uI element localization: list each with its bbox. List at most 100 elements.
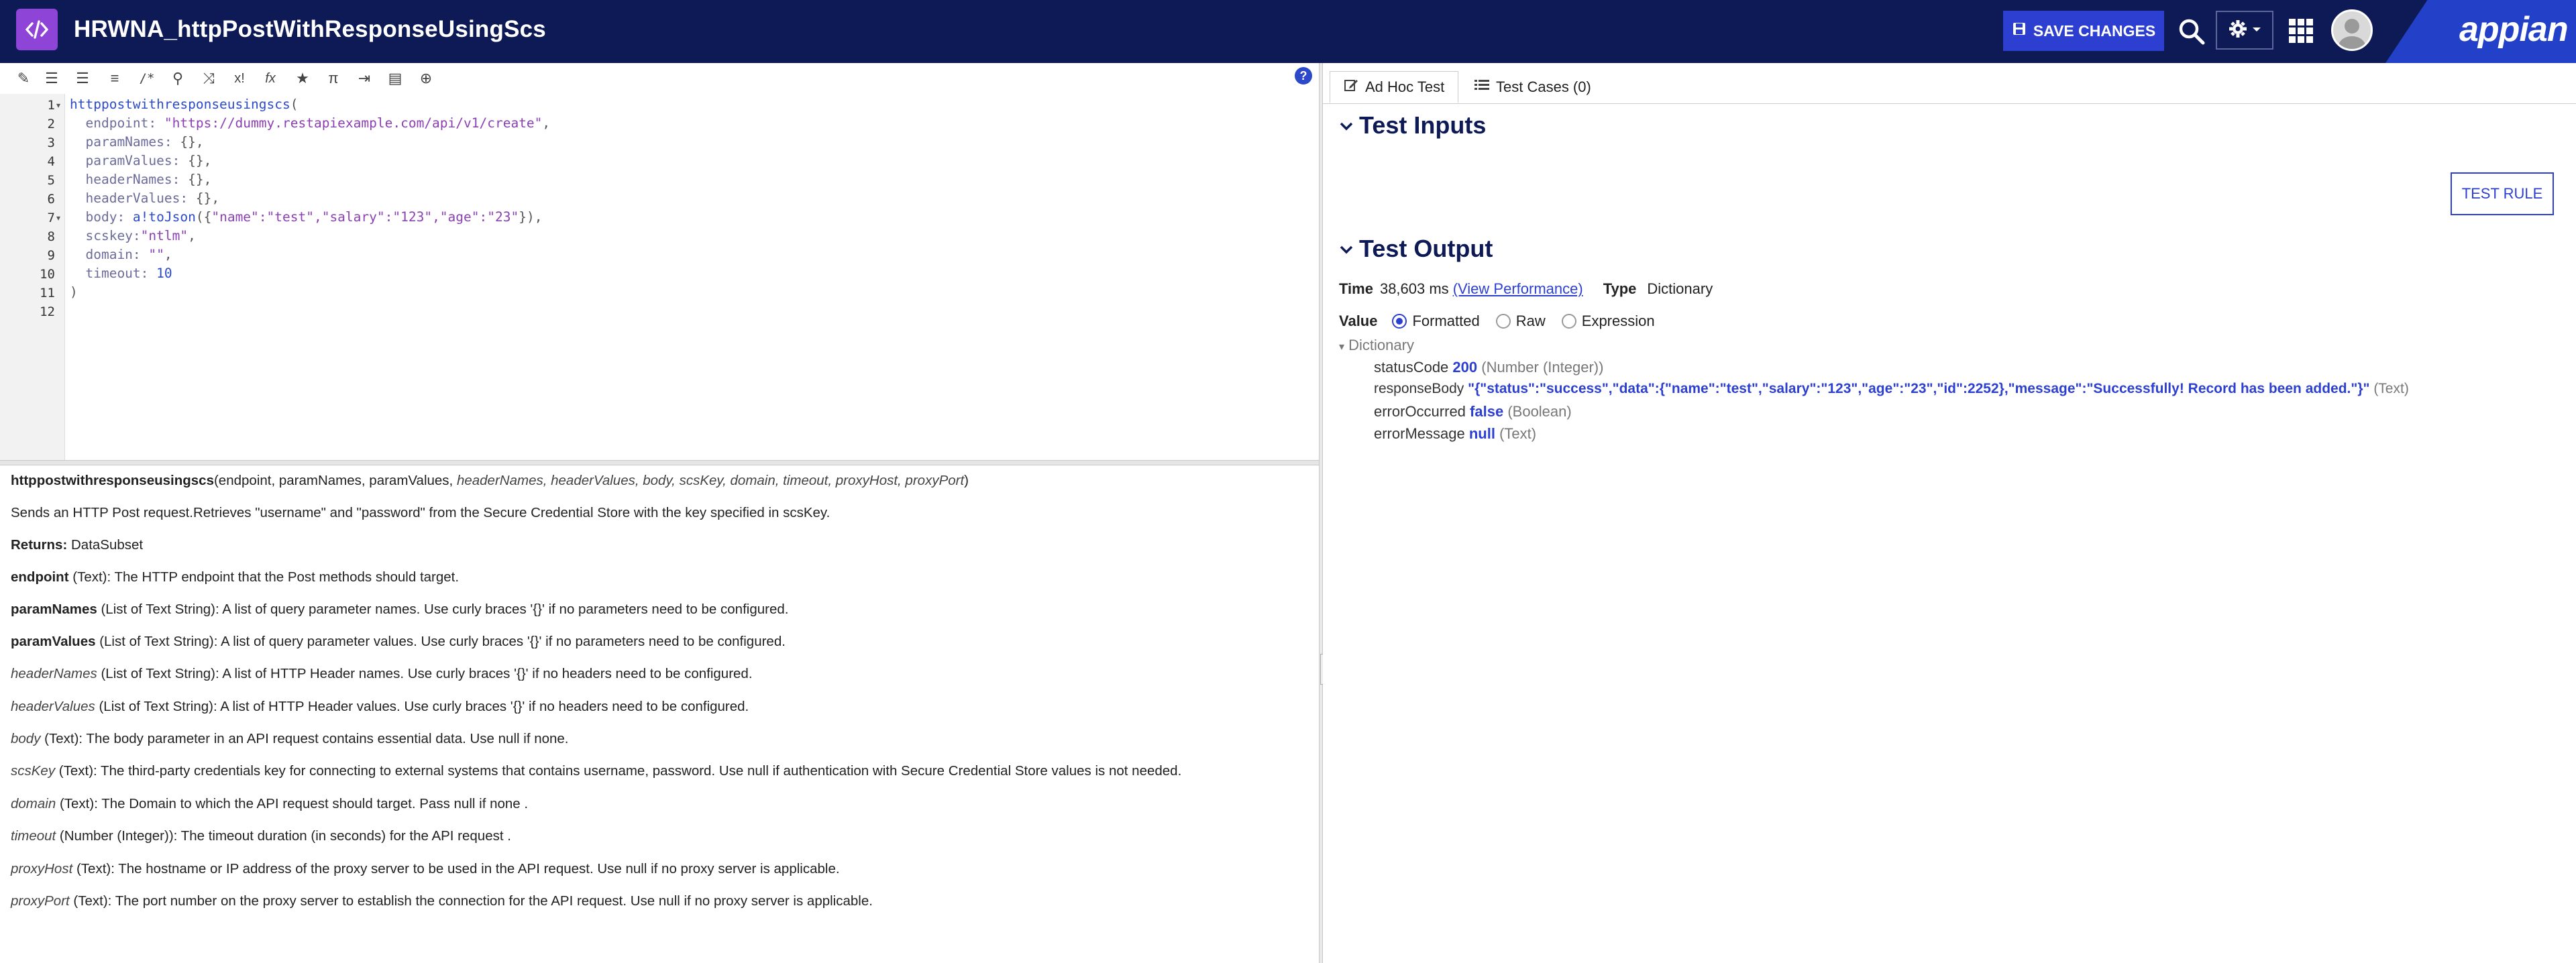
line-number-gutter: 1 ▾ 2 3 4 5 6 7 ▾ 8 9 10 11 12 (0, 94, 65, 460)
type-label: Type (1603, 280, 1637, 297)
function-icon[interactable]: fx (260, 68, 280, 89)
tree-field-row: responseBody "{"status":"success","data"… (1374, 381, 2409, 396)
report-icon[interactable]: ▤ (385, 68, 405, 89)
indent-icon[interactable]: ☰ (72, 68, 93, 89)
tab-test-cases[interactable]: Test Cases (0) (1461, 71, 1605, 103)
param-doc: body (Text): The body parameter in an AP… (11, 731, 569, 746)
param-doc: proxyHost (Text): The hostname or IP add… (11, 861, 840, 876)
expression-editor-toolbar: ✎ ☰ ☰ ≡ /* ⚲ ⤨ x! fx ★ π ⇥ ▤ ⊕ (0, 63, 1319, 94)
edit-icon (1344, 78, 1358, 97)
function-description: Sends an HTTP Post request.Retrieves "us… (11, 505, 830, 520)
tab-ad-hoc-test[interactable]: Ad Hoc Test (1330, 71, 1459, 103)
outdent-icon[interactable]: ☰ (42, 68, 62, 89)
radio-formatted[interactable]: Formatted (1392, 313, 1480, 330)
star-icon[interactable]: ★ (292, 68, 313, 89)
line-number: 6 (47, 192, 55, 207)
radio-raw[interactable]: Raw (1495, 313, 1546, 330)
line-number: 4 (47, 154, 55, 169)
param-doc: timeout (Number (Integer)): The timeout … (11, 828, 511, 844)
fold-toggle-icon[interactable]: ▾ (56, 101, 60, 110)
line-number: 10 (40, 267, 55, 282)
param-doc: endpoint (Text): The HTTP endpoint that … (11, 569, 460, 585)
test-rule-button[interactable]: TEST RULE (2451, 172, 2554, 215)
section-title: Test Output (1359, 235, 1493, 262)
time-label: Time (1339, 280, 1373, 297)
editor-docs-splitter[interactable] (0, 460, 1320, 465)
test-tabs: Ad Hoc Test Test Cases (0) (1323, 71, 2576, 104)
code-line: headerValues: {}, (85, 190, 220, 206)
shuffle-icon[interactable]: ⤨ (199, 68, 219, 89)
save-changes-label: SAVE CHANGES (2033, 21, 2156, 40)
tree-field-row: errorOccurred false (Boolean) (1374, 403, 1572, 420)
app-header: HRWNA_httpPostWithResponseUsingScs SAVE … (0, 0, 2576, 63)
output-meta-row: Time 38,603 ms (View Performance) Type D… (1339, 280, 1713, 298)
caret-down-icon: ▾ (1339, 341, 1345, 353)
param-doc: paramValues (List of Text String): A lis… (11, 634, 786, 649)
tree-field-row: errorMessage null (Text) (1374, 425, 1537, 442)
page-title: HRWNA_httpPostWithResponseUsingScs (74, 16, 546, 42)
chevron-down-icon (1339, 235, 1354, 263)
settings-menu-button[interactable] (2216, 11, 2273, 50)
comment-icon[interactable]: /* (137, 68, 157, 89)
save-changes-button[interactable]: SAVE CHANGES (2003, 11, 2164, 51)
line-number: 1 (47, 98, 55, 113)
tree-root[interactable]: ▾ Dictionary (1339, 337, 1414, 354)
tree-field-row: statusCode 200 (Number (Integer)) (1374, 359, 1604, 376)
view-performance-link[interactable]: (View Performance) (1453, 280, 1583, 298)
line-number: 11 (40, 286, 55, 300)
line-number: 8 (47, 229, 55, 244)
caret-down-icon (2252, 24, 2261, 36)
section-title: Test Inputs (1359, 111, 1487, 139)
appian-logo: appian (2459, 10, 2569, 49)
code-line: body: a!toJson({"name":"test","salary":"… (85, 209, 543, 225)
line-number: 7 (47, 211, 55, 225)
value-format-row: Value Formatted Raw Expression (1339, 313, 1664, 330)
value-label: Value (1339, 313, 1378, 329)
radio-expression[interactable]: Expression (1561, 313, 1655, 330)
param-doc: scsKey (Text): The third-party credentia… (11, 763, 1182, 779)
line-number: 3 (47, 135, 55, 150)
find-icon[interactable]: ⚲ (168, 68, 188, 89)
fold-toggle-icon[interactable]: ▾ (56, 213, 60, 223)
tab-label: Ad Hoc Test (1365, 78, 1445, 95)
gear-icon (2228, 19, 2248, 42)
list-icon[interactable]: ≡ (105, 68, 125, 89)
user-avatar[interactable] (2331, 9, 2373, 51)
function-signature: httppostwithresponseusingscs(endpoint, p… (11, 473, 969, 488)
integration-icon[interactable]: ⊕ (416, 68, 436, 89)
code-line: scskey:"ntlm", (85, 228, 196, 243)
code-line: headerNames: {}, (85, 172, 212, 187)
search-icon[interactable] (2176, 16, 2207, 47)
variable-icon[interactable]: x! (229, 68, 250, 89)
function-returns: Returns: DataSubset (11, 537, 144, 553)
code-icon (16, 9, 58, 50)
export-icon[interactable]: ⇥ (354, 68, 374, 89)
chevron-down-icon (1339, 111, 1354, 139)
radio-empty-icon (1495, 314, 1511, 329)
param-doc: headerValues (List of Text String): A li… (11, 699, 749, 714)
constant-pi-icon[interactable]: π (323, 68, 343, 89)
type-value: Dictionary (1647, 280, 1713, 297)
time-value: 38,603 ms (1379, 280, 1449, 297)
help-icon[interactable]: ? (1295, 67, 1312, 84)
test-output-section[interactable]: Test Output (1339, 235, 1493, 263)
radio-empty-icon (1561, 314, 1576, 329)
line-number: 12 (40, 304, 55, 319)
radio-selected-icon (1392, 314, 1407, 329)
line-number: 5 (47, 173, 55, 188)
line-number: 2 (47, 117, 55, 131)
code-line: paramNames: {}, (85, 134, 204, 150)
param-doc: headerNames (List of Text String): A lis… (11, 666, 753, 681)
test-inputs-section[interactable]: Test Inputs (1339, 111, 1486, 139)
code-line: domain: "", (85, 247, 172, 262)
save-icon (2012, 21, 2027, 40)
line-number: 9 (47, 248, 55, 263)
list-icon (1474, 78, 1489, 96)
magic-wand-icon[interactable]: ✎ (13, 68, 34, 89)
param-doc: proxyPort (Text): The port number on the… (11, 893, 873, 909)
param-doc: paramNames (List of Text String): A list… (11, 602, 789, 617)
code-line: timeout: 10 (85, 266, 172, 281)
app-launcher-grid-icon[interactable] (2288, 17, 2314, 44)
code-line: httppostwithresponseusingscs( (70, 97, 299, 112)
code-line: paramValues: {}, (85, 153, 212, 168)
